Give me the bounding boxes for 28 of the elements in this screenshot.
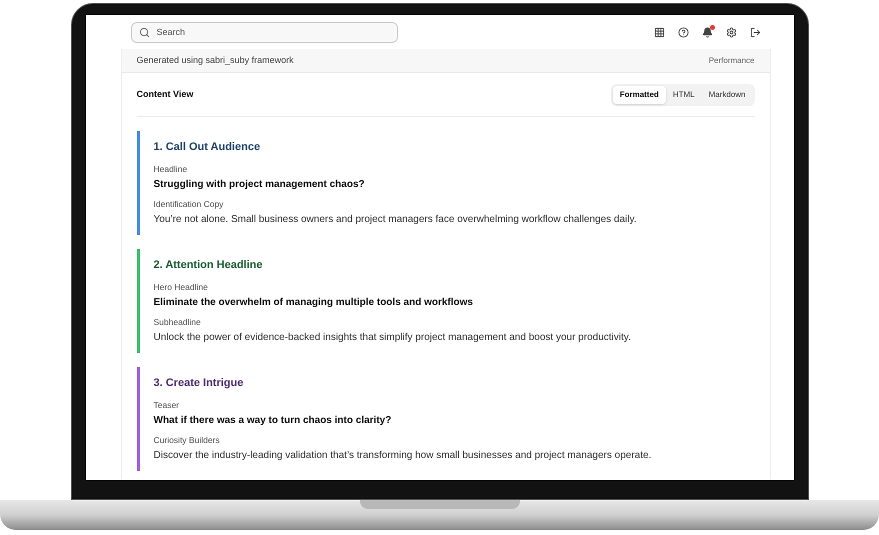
body-text: You’re not alone. Small business owners and project managers face overwhelming workflow challenges daily. xyxy=(154,213,638,227)
notifications-icon[interactable] xyxy=(702,26,712,38)
field-label: Curiosity Builders xyxy=(154,434,221,446)
content-view-title: Content View xyxy=(136,88,194,101)
field-label: Identification Copy xyxy=(154,198,224,210)
grid-icon[interactable] xyxy=(654,26,664,38)
logout-icon[interactable] xyxy=(750,26,760,38)
body-text: Unlock the power of evidence-backed insights that simplify project management and boost your productivity. xyxy=(154,331,632,345)
headline-text: What if there was a way to turn chaos into clarity? xyxy=(154,414,392,428)
performance-link[interactable]: Performance xyxy=(708,54,754,66)
field-label: Hero Headline xyxy=(154,281,209,293)
headline-text: Struggling with project management chaos? xyxy=(154,178,366,192)
view-tab[interactable]: Formatted xyxy=(612,86,666,104)
section-title: 2. Attention Headline xyxy=(154,258,264,273)
help-icon[interactable] xyxy=(678,26,688,38)
field-label: Subheadline xyxy=(154,316,202,328)
search-field[interactable]: Search xyxy=(130,22,398,42)
headline-text: Eliminate the overwhelm of managing multiple tools and workflows xyxy=(154,296,474,310)
section-title: 1. Call Out Audience xyxy=(154,140,262,155)
search-icon xyxy=(138,26,150,38)
view-tab[interactable]: HTML xyxy=(666,86,702,104)
field-label: Headline xyxy=(154,163,188,175)
section-title: 3. Create Intrigue xyxy=(154,376,244,391)
body-text: Discover the industry-leading validation that’s transforming how small businesses and project managers operate. xyxy=(154,449,652,463)
framework-note: Generated using sabri_suby framework xyxy=(136,54,294,67)
view-tab[interactable]: Markdown xyxy=(702,86,752,104)
field-label: Teaser xyxy=(154,399,180,411)
settings-icon[interactable] xyxy=(726,26,736,38)
